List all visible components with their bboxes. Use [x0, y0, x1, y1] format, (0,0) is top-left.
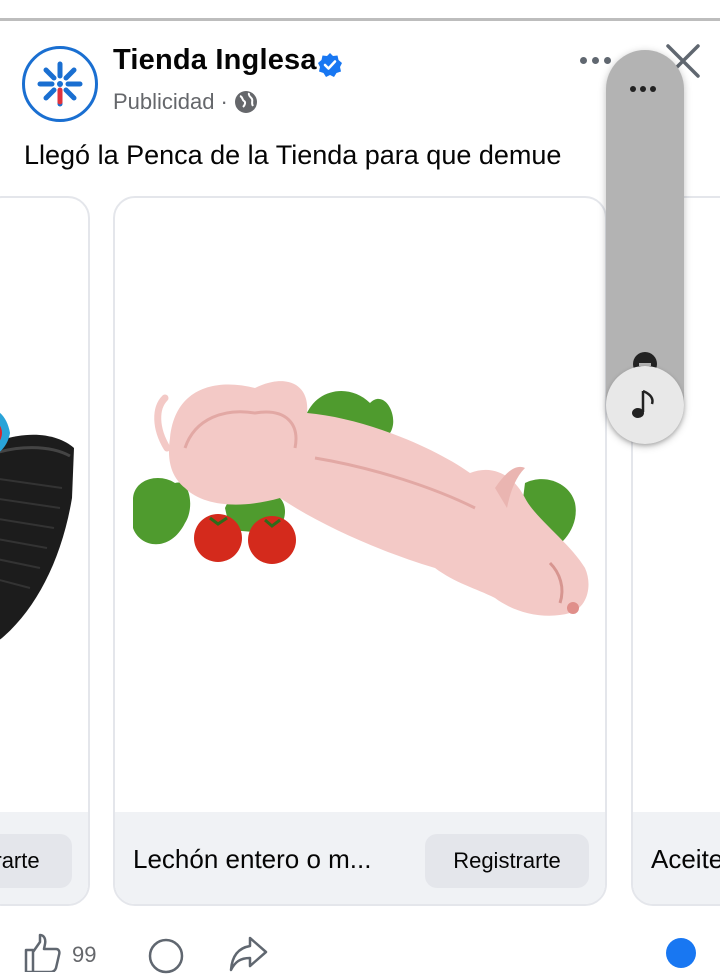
product-image-device [0, 413, 74, 640]
caption-text: Llegó la Penca de la Tienda para que dem… [24, 140, 562, 170]
separator-dot: · [220, 89, 228, 114]
product-title: Lechón entero o m... [133, 844, 372, 874]
music-note-icon[interactable] [606, 366, 684, 444]
page-name[interactable]: Tienda Inglesa [113, 44, 317, 77]
card-footer: rarte [0, 812, 88, 904]
sponsored-row: Publicidad · [113, 89, 258, 115]
product-image-suckling-pig [133, 381, 589, 616]
share-arrow-icon[interactable] [228, 934, 270, 974]
card-footer: Lechón entero o m... Registrarte [115, 812, 605, 904]
like-count: 99 [72, 942, 97, 967]
register-button[interactable]: Registrarte [425, 834, 589, 888]
tienda-inglesa-logo [37, 61, 83, 107]
carousel-card-previous[interactable]: rarte [0, 196, 90, 906]
comment-bubble-icon[interactable] [146, 934, 186, 974]
bubble-menu-icon[interactable] [630, 86, 656, 92]
music-note-glyph [632, 389, 654, 418]
thumbs-up-icon[interactable] [22, 932, 62, 972]
card-footer: Aceite [633, 812, 720, 904]
page-avatar[interactable] [22, 46, 98, 122]
verified-badge-icon [318, 53, 342, 77]
top-divider [0, 18, 720, 21]
register-button-previous[interactable]: rarte [0, 834, 72, 888]
carousel-card-main[interactable]: Lechón entero o m... Registrarte [113, 196, 607, 906]
globe-icon [234, 91, 257, 113]
next-product-title: Aceite [651, 844, 720, 874]
floating-media-bubble[interactable] [606, 50, 684, 444]
sponsored-label: Publicidad [113, 89, 215, 114]
post-action-bar: 99 [0, 928, 720, 974]
